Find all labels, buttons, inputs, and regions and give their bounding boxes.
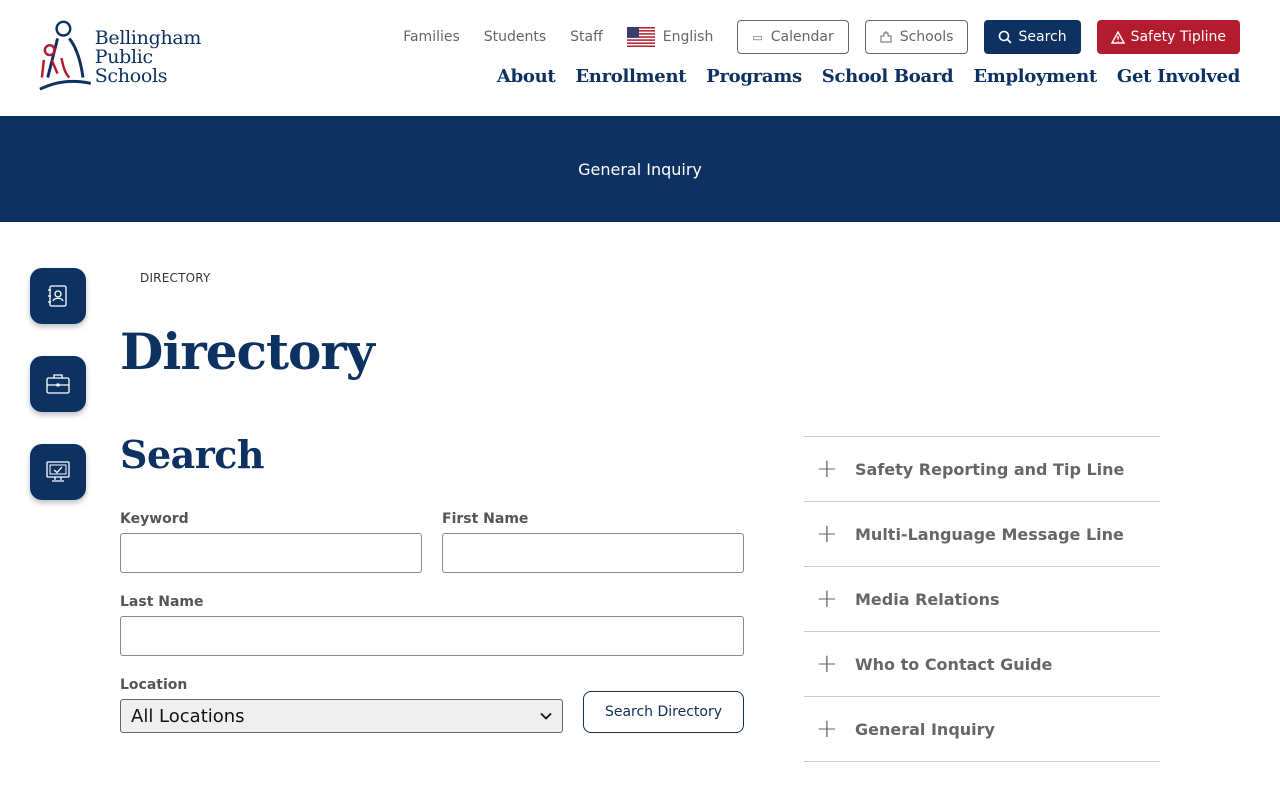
plus-icon: + [816, 519, 838, 549]
nav-school-board[interactable]: School Board [822, 66, 954, 87]
search-button[interactable]: Search [984, 20, 1081, 54]
nav-enrollment[interactable]: Enrollment [575, 66, 686, 87]
first-name-input[interactable] [442, 533, 744, 573]
logo-text: Bellingham Public Schools [94, 26, 228, 87]
calendar-label: Calendar [770, 29, 834, 45]
plus-icon: + [816, 454, 838, 484]
location-label: Location [120, 677, 188, 693]
last-name-label: Last Name [120, 594, 204, 610]
warning-icon [1110, 30, 1125, 44]
accordion-label: Media Relations [855, 589, 1000, 609]
logo-line-1: Bellingham [94, 26, 202, 49]
chevron-down-icon [540, 712, 552, 720]
safety-tipline-label: Safety Tipline [1130, 29, 1226, 45]
accordion-label: Multi-Language Message Line [855, 524, 1124, 544]
main-nav: About Enrollment Programs School Board E… [477, 66, 1240, 87]
util-link-families[interactable]: Families [403, 29, 460, 45]
search-label: Search [1018, 29, 1067, 45]
nav-employment[interactable]: Employment [973, 66, 1097, 87]
keyword-input[interactable] [120, 533, 422, 573]
accordion-item-who-to-contact[interactable]: + Who to Contact Guide [804, 632, 1160, 697]
calendar-icon: ▭ [752, 30, 763, 44]
schools-label: Schools [899, 29, 954, 45]
accordion-item-media-relations[interactable]: + Media Relations [804, 567, 1160, 632]
accordion-label: Safety Reporting and Tip Line [855, 459, 1125, 479]
util-link-staff[interactable]: Staff [570, 29, 603, 45]
search-directory-button[interactable]: Search Directory [583, 691, 744, 733]
briefcase-icon [46, 374, 70, 394]
first-name-label: First Name [442, 511, 529, 527]
quick-link-employment[interactable] [30, 356, 86, 412]
accordion-label: Who to Contact Guide [855, 654, 1053, 674]
accordion-label: General Inquiry [855, 719, 995, 739]
us-flag-icon [626, 27, 655, 47]
plus-icon: + [816, 649, 838, 679]
last-name-input[interactable] [120, 616, 744, 656]
directory-icon [48, 285, 67, 307]
quick-link-technology[interactable] [30, 444, 86, 500]
logo-line-2: Public Schools [94, 45, 168, 87]
contact-accordion: + Safety Reporting and Tip Line + Multi-… [804, 436, 1160, 762]
logo-mark-icon [39, 20, 92, 91]
page-title: Directory [120, 322, 375, 381]
safety-tipline-button[interactable]: Safety Tipline [1096, 20, 1240, 54]
banner-text: General Inquiry [578, 159, 702, 179]
accordion-item-safety-reporting[interactable]: + Safety Reporting and Tip Line [804, 437, 1160, 502]
location-select[interactable]: All Locations [120, 699, 563, 733]
search-icon [999, 30, 1013, 44]
language-selector[interactable]: English [626, 27, 714, 47]
plus-icon: + [816, 584, 838, 614]
school-building-icon [880, 31, 892, 43]
nav-get-involved[interactable]: Get Involved [1117, 66, 1240, 87]
keyword-label: Keyword [120, 511, 189, 527]
quick-link-directory[interactable] [30, 268, 86, 324]
nav-programs[interactable]: Programs [706, 66, 802, 87]
calendar-button[interactable]: ▭ Calendar [737, 20, 849, 54]
page-banner: General Inquiry [0, 116, 1280, 222]
plus-icon: + [816, 714, 838, 744]
language-label: English [662, 29, 714, 45]
schools-button[interactable]: Schools [864, 20, 969, 54]
accordion-item-general-inquiry[interactable]: + General Inquiry [804, 697, 1160, 762]
logo[interactable]: Bellingham Public Schools [38, 18, 228, 96]
breadcrumb[interactable]: DIRECTORY [140, 271, 211, 285]
location-selected-value: All Locations [131, 705, 245, 727]
computer-icon [46, 461, 70, 482]
nav-about[interactable]: About [497, 66, 556, 87]
site-header: Bellingham Public Schools Families Stude… [0, 0, 1280, 116]
accordion-item-multi-language[interactable]: + Multi-Language Message Line [804, 502, 1160, 567]
utility-nav: Families Students Staff English ▭ Calend… [403, 20, 1240, 54]
search-section-title: Search [120, 432, 265, 477]
util-link-students[interactable]: Students [484, 29, 546, 45]
